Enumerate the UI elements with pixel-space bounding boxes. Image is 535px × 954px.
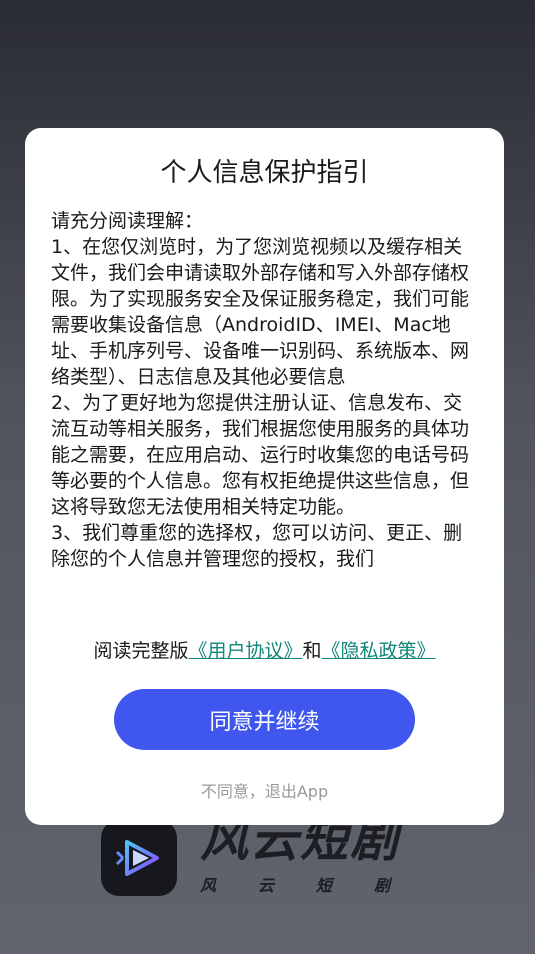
links-and: 和 (302, 640, 322, 662)
privacy-paragraph: 2、为了更好地为您提供注册认证、信息发布、交流互动等相关服务，我们根据您使用服务… (51, 392, 470, 518)
dialog-title: 个人信息保护指引 (160, 158, 369, 188)
intro-text: 请充分阅读理解： (51, 210, 204, 232)
disagree-exit-button[interactable]: 不同意，退出App (25, 778, 504, 802)
agreement-links: 阅读完整版《用户协议》和《隐私政策》 (25, 636, 504, 663)
privacy-dialog: 个人信息保护指引 请充分阅读理解： 1、在您仅浏览时，为了您浏览视频以及缓存相关… (25, 128, 504, 825)
links-prefix: 阅读完整版 (93, 640, 189, 662)
app-logo (101, 820, 177, 896)
privacy-paragraph: 3、我们尊重您的选择权，您可以访问、更正、删除您的个人信息并管理您的授权，我们 (51, 522, 463, 570)
privacy-policy-link[interactable]: 《隐私政策》 (322, 640, 436, 662)
privacy-paragraph: 1、在您仅浏览时，为了您浏览视频以及缓存相关文件，我们会申请读取外部存储和写入外… (51, 236, 470, 388)
app-name-subtitle: 风 云 短 剧 (200, 876, 390, 895)
user-agreement-link[interactable]: 《用户协议》 (188, 640, 302, 662)
play-logo-icon (115, 840, 159, 876)
agree-continue-button[interactable]: 同意并继续 (114, 689, 415, 750)
privacy-text-scroll[interactable]: 请充分阅读理解： 1、在您仅浏览时，为了您浏览视频以及缓存相关文件，我们会申请读… (51, 208, 478, 615)
